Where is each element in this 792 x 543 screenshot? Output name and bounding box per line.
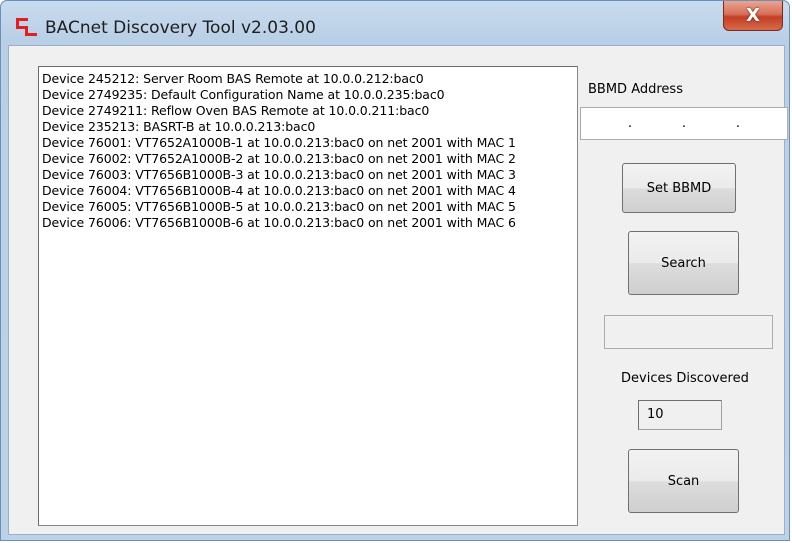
bbmd-address-label: BBMD Address: [588, 82, 683, 97]
ip-dot-1: .: [627, 116, 633, 131]
device-list-item[interactable]: Device 76006: VT7656B1000B-6 at 10.0.0.2…: [42, 215, 574, 231]
devices-discovered-label: Devices Discovered: [621, 371, 749, 386]
device-list-item[interactable]: Device 76005: VT7656B1000B-5 at 10.0.0.2…: [42, 199, 574, 215]
close-icon: X: [746, 5, 760, 26]
bbmd-address-input[interactable]: . . .: [580, 107, 788, 140]
app-window: BACnet Discovery Tool v2.03.00 X Device …: [0, 0, 790, 541]
device-list-item[interactable]: Device 76001: VT7652A1000B-1 at 10.0.0.2…: [42, 135, 574, 151]
scan-button[interactable]: Scan: [628, 449, 739, 513]
device-list-item[interactable]: Device 76002: VT7652A1000B-2 at 10.0.0.2…: [42, 151, 574, 167]
devices-discovered-count: 10: [638, 400, 722, 430]
device-list-item[interactable]: Device 2749211: Reflow Oven BAS Remote a…: [42, 103, 574, 119]
ip-dot-2: .: [681, 116, 687, 131]
device-list-item[interactable]: Device 245212: Server Room BAS Remote at…: [42, 71, 574, 87]
client-area: Device 245212: Server Room BAS Remote at…: [8, 45, 788, 535]
device-list-item[interactable]: Device 235213: BASRT-B at 10.0.0.213:bac…: [42, 119, 574, 135]
window-title: BACnet Discovery Tool v2.03.00: [45, 18, 316, 38]
device-list-item[interactable]: Device 2749235: Default Configuration Na…: [42, 87, 574, 103]
title-bar[interactable]: BACnet Discovery Tool v2.03.00 X: [1, 1, 789, 41]
search-button[interactable]: Search: [628, 231, 739, 295]
bacnet-logo-icon: [16, 18, 37, 36]
set-bbmd-button[interactable]: Set BBMD: [622, 163, 736, 213]
device-list-item[interactable]: Device 76003: VT7656B1000B-3 at 10.0.0.2…: [42, 167, 574, 183]
ip-dot-3: .: [735, 116, 741, 131]
device-list[interactable]: Device 245212: Server Room BAS Remote at…: [38, 66, 578, 526]
close-button[interactable]: X: [723, 1, 783, 31]
device-list-item[interactable]: Device 76004: VT7656B1000B-4 at 10.0.0.2…: [42, 183, 574, 199]
status-field[interactable]: [604, 315, 773, 349]
